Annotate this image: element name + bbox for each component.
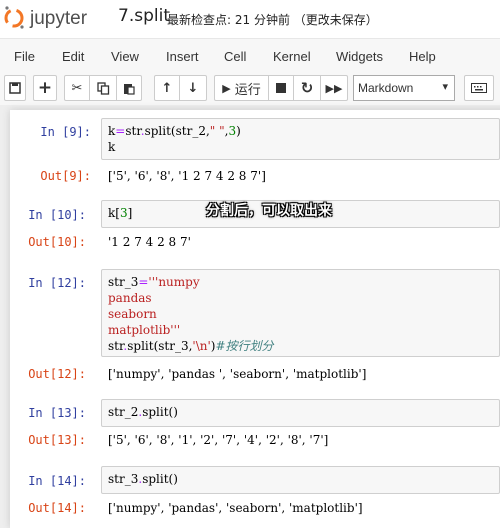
- logo-text: jupyter: [29, 8, 88, 29]
- code-text: str_3.split(): [108, 472, 178, 486]
- arrow-down-icon: ↓: [187, 80, 199, 96]
- cell-type-select[interactable]: Markdown ▾: [353, 75, 455, 101]
- edit-button-group: ✂: [64, 75, 142, 101]
- move-up-button[interactable]: ↑: [154, 75, 180, 101]
- overlay-caption: 分割后，可以取出来: [206, 203, 332, 219]
- cell-output: ['numpy', 'pandas', 'seaborn', 'matplotl…: [108, 501, 363, 515]
- code-text: str_2.split(): [108, 405, 178, 419]
- plus-icon: +: [37, 78, 53, 98]
- input-prompt: In [14]:: [28, 474, 86, 488]
- output-prompt: Out[14]:: [28, 501, 86, 515]
- input-prompt: In [13]:: [28, 406, 86, 420]
- copy-button[interactable]: [89, 75, 117, 101]
- code-cell-input[interactable]: str_2.split(): [101, 399, 500, 427]
- arrow-up-icon: ↑: [161, 80, 173, 96]
- menu-cell[interactable]: Cell: [224, 49, 246, 64]
- cell-output: ['5', '6', '8', '1', '2', '7', '4', '2',…: [108, 433, 329, 447]
- menu-file[interactable]: File: [14, 49, 35, 64]
- notebook-title[interactable]: 7.split: [118, 6, 170, 26]
- code-cell-input[interactable]: k=str.split(str_2," ",3) k: [101, 118, 500, 160]
- cell-output: ['numpy', 'pandas ', 'seaborn', 'matplot…: [108, 367, 367, 381]
- code-text: k=str.split(str_2," ",3) k: [108, 124, 241, 154]
- restart-run-all-button[interactable]: ▶▶: [320, 75, 348, 101]
- menu-view[interactable]: View: [111, 49, 139, 64]
- run-button[interactable]: ▶ 运行: [214, 75, 269, 101]
- play-icon: ▶: [222, 81, 231, 95]
- restart-icon: ↻: [300, 79, 314, 97]
- input-prompt: In [10]:: [28, 208, 86, 222]
- menu-help[interactable]: Help: [409, 49, 436, 64]
- cell-output: ['5', '6', '8', '1 2 7 4 2 8 7']: [108, 169, 266, 183]
- header-bar: jupyter 7.split 最新检查点: 21 分钟前 （更改未保存）: [0, 0, 500, 38]
- stop-button[interactable]: [268, 75, 294, 101]
- jupyter-logo[interactable]: jupyter: [4, 4, 108, 32]
- move-down-button[interactable]: ↓: [179, 75, 207, 101]
- cell-output: '1 2 7 4 2 8 7': [108, 235, 191, 249]
- cut-button[interactable]: ✂: [64, 75, 90, 101]
- checkpoint-status: 最新检查点: 21 分钟前 （更改未保存）: [167, 13, 378, 27]
- input-prompt: In [9]:: [40, 125, 91, 139]
- menu-kernel[interactable]: Kernel: [273, 49, 311, 64]
- menu-bar: File Edit View Insert Cell Kernel Widget…: [0, 38, 500, 75]
- menu-widgets[interactable]: Widgets: [336, 49, 383, 64]
- output-prompt: Out[9]:: [40, 169, 91, 183]
- copy-icon: [96, 81, 109, 95]
- code-cell-input[interactable]: str_3='''numpy pandas seaborn matplotlib…: [101, 269, 500, 357]
- command-palette-button[interactable]: [464, 75, 494, 101]
- restart-button[interactable]: ↻: [293, 75, 321, 101]
- code-text: str_3='''numpy pandas seaborn matplotlib…: [108, 275, 274, 353]
- menu-insert[interactable]: Insert: [166, 49, 199, 64]
- fast-forward-icon: ▶▶: [325, 81, 343, 95]
- keyboard-icon: [471, 83, 487, 93]
- output-prompt: Out[10]:: [28, 235, 86, 249]
- run-label: 运行: [234, 82, 261, 98]
- save-icon: [9, 82, 21, 94]
- stop-icon: [276, 83, 286, 93]
- menu-edit[interactable]: Edit: [62, 49, 84, 64]
- output-prompt: Out[13]:: [28, 433, 86, 447]
- add-cell-button[interactable]: +: [33, 75, 57, 101]
- paste-icon: [124, 83, 135, 95]
- cell-type-value: Markdown: [358, 81, 414, 95]
- jupyter-orbit-icon: [4, 8, 24, 28]
- move-button-group: ↑ ↓: [154, 75, 207, 101]
- chevron-down-icon: ▾: [442, 81, 448, 93]
- code-cell-input[interactable]: str_3.split(): [101, 466, 500, 494]
- scissors-icon: ✂: [71, 80, 83, 96]
- save-button[interactable]: [4, 75, 26, 101]
- input-prompt: In [12]:: [28, 276, 86, 290]
- output-prompt: Out[12]:: [28, 367, 86, 381]
- run-button-group: ▶ 运行 ↻ ▶▶: [214, 75, 348, 101]
- paste-button[interactable]: [116, 75, 142, 101]
